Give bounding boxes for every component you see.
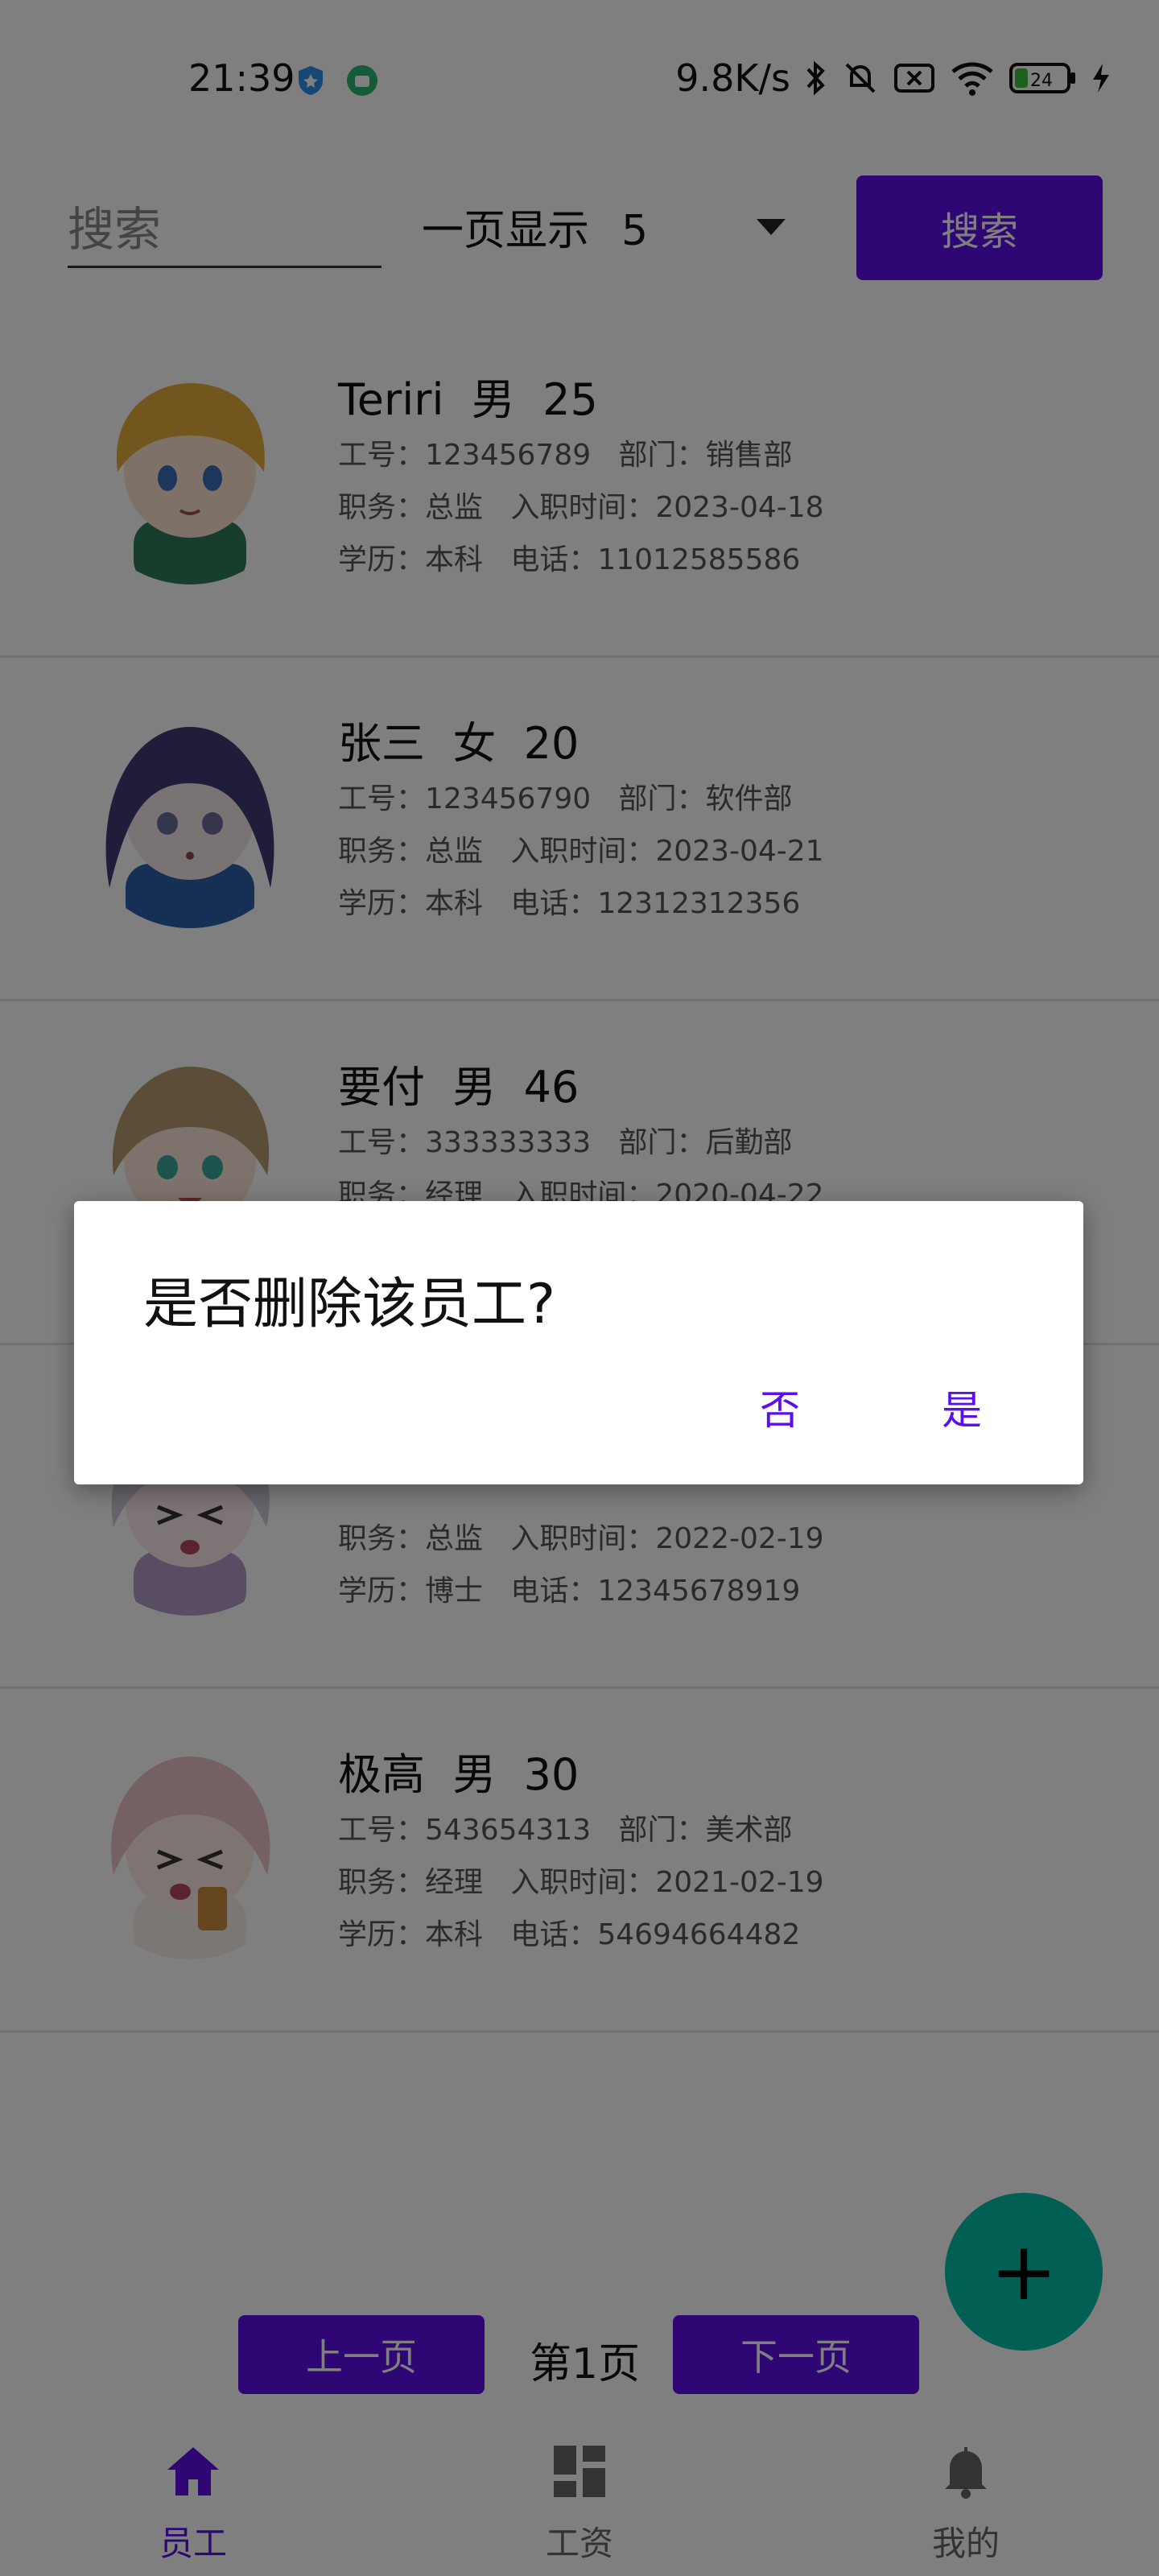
dialog-yes-button[interactable]: 是 — [942, 1378, 982, 1436]
dialog-no-button[interactable]: 否 — [760, 1378, 800, 1436]
delete-confirm-dialog: 是否删除该员工? 否 是 — [74, 1201, 1083, 1484]
dialog-title: 是否删除该员工? — [143, 1273, 556, 1336]
